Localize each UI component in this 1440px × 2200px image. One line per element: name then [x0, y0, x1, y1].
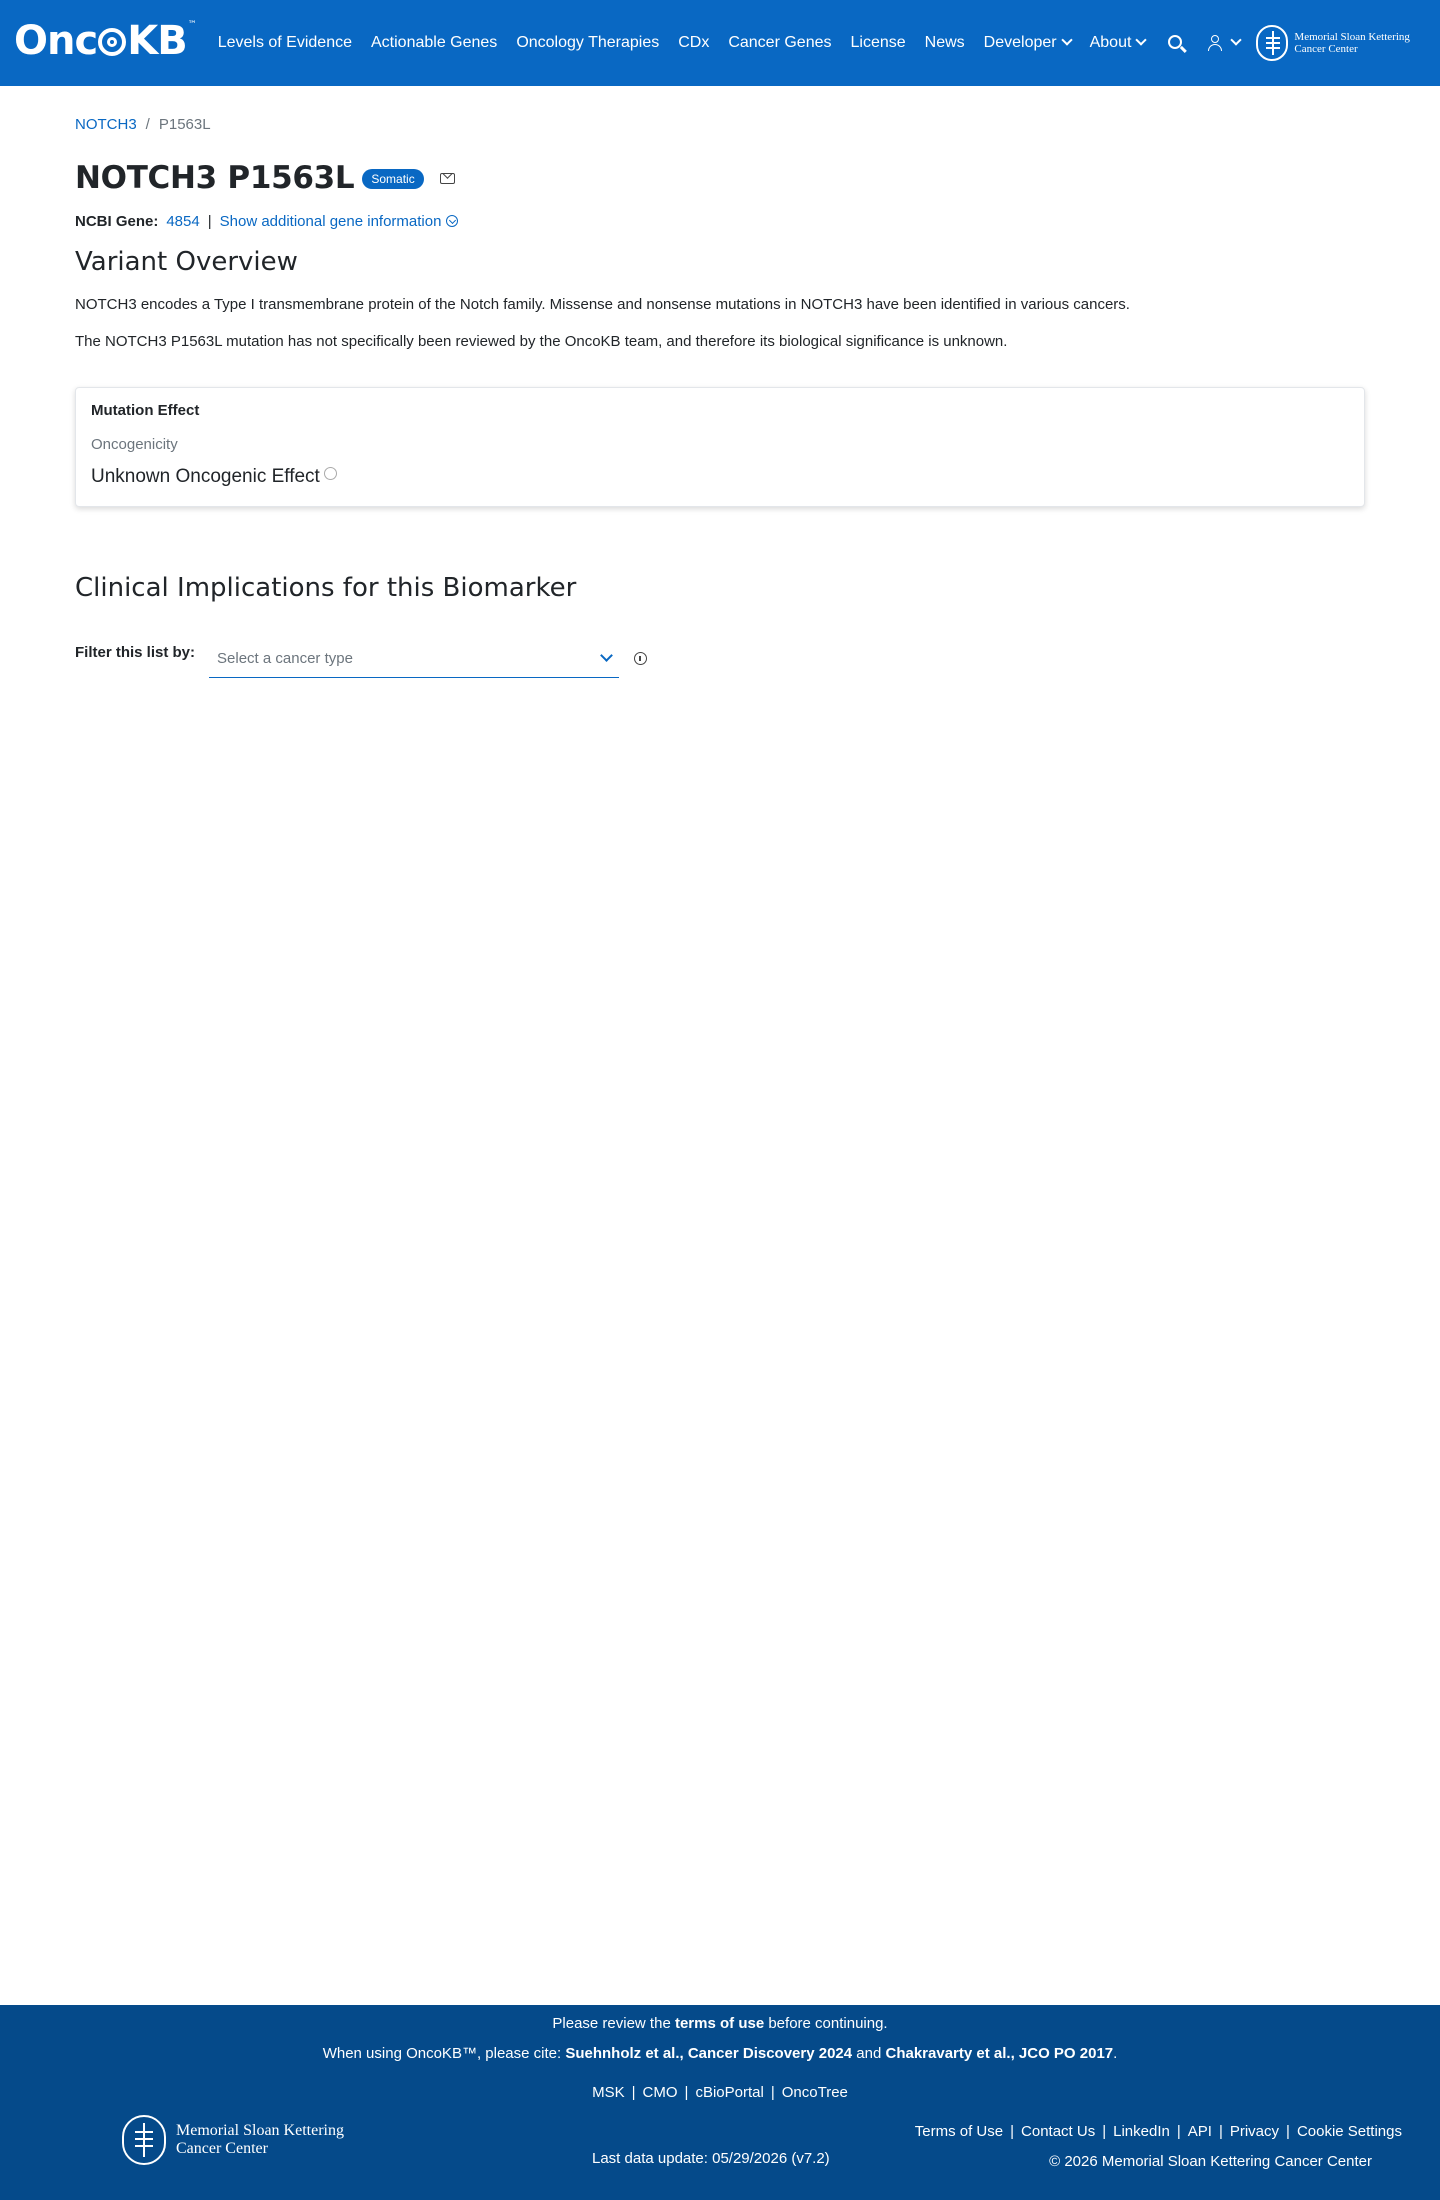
top-navbar: Onc KB ™ Levels of Evidence Actionable G…	[0, 0, 1440, 86]
footer-terms-notice: Please review the terms of use before co…	[552, 2015, 888, 2032]
show-gene-info-toggle[interactable]: Show additional gene information	[220, 213, 459, 230]
footer-link-oncotree[interactable]: OncoTree	[782, 2084, 848, 2101]
nav-license[interactable]: License	[851, 34, 906, 52]
title-row: NOTCH3 P1563L Somatic	[75, 160, 455, 196]
footer-terms-link[interactable]: Terms of Use	[915, 2123, 1003, 2140]
breadcrumb-separator: /	[145, 116, 150, 133]
page-title: NOTCH3 P1563L	[75, 160, 355, 196]
nav-actionable-genes[interactable]: Actionable Genes	[371, 34, 497, 52]
footer-linkedin-link[interactable]: LinkedIn	[1113, 2123, 1170, 2140]
cancer-type-select[interactable]: Select a cancer type	[209, 640, 620, 678]
footer-msk-logo[interactable]: Memorial Sloan Kettering Cancer Center	[122, 2115, 344, 2165]
msk-logo-nav[interactable]: Memorial Sloan Kettering Cancer Center	[1256, 25, 1410, 61]
footer-privacy-link[interactable]: Privacy	[1230, 2123, 1279, 2140]
msk-emblem-icon	[122, 2115, 166, 2165]
chevron-down-icon	[600, 649, 613, 662]
footer-copyright: © 2026 Memorial Sloan Kettering Cancer C…	[1049, 2153, 1372, 2170]
footer-cookie-settings-link[interactable]: Cookie Settings	[1297, 2123, 1402, 2140]
footer-contact-link[interactable]: Contact Us	[1021, 2123, 1095, 2140]
logo-trademark: ™	[187, 20, 197, 30]
oncogenicity-value: Unknown Oncogenic Effect	[91, 466, 337, 488]
footer-link-cbioportal[interactable]: cBioPortal	[695, 2084, 763, 2101]
nav-cancer-genes[interactable]: Cancer Genes	[728, 34, 831, 52]
footer-citation: When using OncoKB™, please cite: Suehnho…	[322, 2045, 1118, 2062]
logo-ring-icon	[98, 28, 127, 56]
nav-icons	[1168, 34, 1243, 51]
footer: Please review the terms of use before co…	[0, 2005, 1440, 2200]
mail-icon[interactable]	[439, 172, 455, 184]
citation-1-link[interactable]: Suehnholz et al., Cancer Discovery 2024	[565, 2045, 852, 2062]
chevron-down-icon	[1060, 34, 1073, 46]
nav-about-dropdown[interactable]: About	[1090, 34, 1148, 52]
oncokb-logo[interactable]: Onc KB ™	[14, 18, 197, 64]
footer-partner-links: MSK | CMO | cBioPortal | OncoTree	[592, 2084, 848, 2101]
filter-row: Filter this list by: Select a cancer typ…	[75, 640, 648, 678]
select-placeholder: Select a cancer type	[217, 650, 353, 667]
logo-text-a: Onc	[14, 18, 98, 64]
clinical-implications-title: Clinical Implications for this Biomarker	[75, 573, 577, 603]
overview-paragraph-2: The NOTCH3 P1563L mutation has not speci…	[75, 333, 1008, 350]
citation-2-link[interactable]: Chakravarty et al., JCO PO 2017	[886, 2045, 1114, 2062]
breadcrumb-current: P1563L	[158, 116, 211, 133]
nav-news[interactable]: News	[925, 34, 965, 52]
user-icon	[1208, 35, 1223, 51]
msk-emblem-icon	[1256, 25, 1289, 61]
search-icon[interactable]	[1168, 35, 1183, 49]
footer-legal-links: Terms of Use | Contact Us | LinkedIn | A…	[914, 2123, 1402, 2140]
mutation-effect-card: Mutation Effect Oncogenicity Unknown Onc…	[75, 387, 1365, 507]
footer-link-msk[interactable]: MSK	[592, 2084, 625, 2101]
nav-oncology-therapies[interactable]: Oncology Therapies	[516, 34, 659, 52]
gene-info-row: NCBI Gene: 4854 | Show additional gene i…	[75, 213, 459, 230]
oncogenicity-status-icon[interactable]	[323, 466, 337, 480]
nav-cdx[interactable]: CDx	[678, 34, 709, 52]
chevron-down-icon	[1135, 34, 1148, 46]
breadcrumb: NOTCH3 / P1563L	[75, 116, 211, 133]
nav-levels-of-evidence[interactable]: Levels of Evidence	[218, 34, 352, 52]
ncbi-gene-link[interactable]: 4854	[166, 213, 199, 230]
footer-api-link[interactable]: API	[1188, 2123, 1212, 2140]
somatic-badge: Somatic	[362, 169, 424, 189]
info-icon[interactable]	[634, 652, 648, 665]
chevron-down-icon	[1230, 34, 1243, 46]
footer-msk-text: Memorial Sloan Kettering Cancer Center	[176, 2122, 344, 2157]
gene-info-separator: |	[207, 213, 212, 230]
msk-logo-text: Memorial Sloan Kettering Cancer Center	[1294, 31, 1410, 55]
filter-label: Filter this list by:	[75, 644, 196, 661]
breadcrumb-gene-link[interactable]: NOTCH3	[75, 116, 137, 133]
nav-developer-dropdown[interactable]: Developer	[984, 34, 1073, 52]
nav-links: Levels of Evidence Actionable Genes Onco…	[218, 34, 1165, 52]
terms-of-use-link[interactable]: terms of use	[675, 2015, 764, 2032]
variant-overview-title: Variant Overview	[75, 247, 298, 277]
footer-link-cmo[interactable]: CMO	[643, 2084, 678, 2101]
overview-paragraph-1: NOTCH3 encodes a Type I transmembrane pr…	[75, 296, 1130, 313]
mutation-effect-title: Mutation Effect	[91, 402, 200, 419]
logo-text-b: KB	[127, 18, 187, 64]
ncbi-gene-label: NCBI Gene:	[75, 213, 159, 230]
circle-chevron-down-icon	[446, 215, 459, 227]
last-data-update: Last data update: 05/29/2026 (v7.2)	[592, 2150, 830, 2167]
user-menu-dropdown[interactable]	[1208, 34, 1243, 51]
oncogenicity-label: Oncogenicity	[91, 436, 178, 453]
